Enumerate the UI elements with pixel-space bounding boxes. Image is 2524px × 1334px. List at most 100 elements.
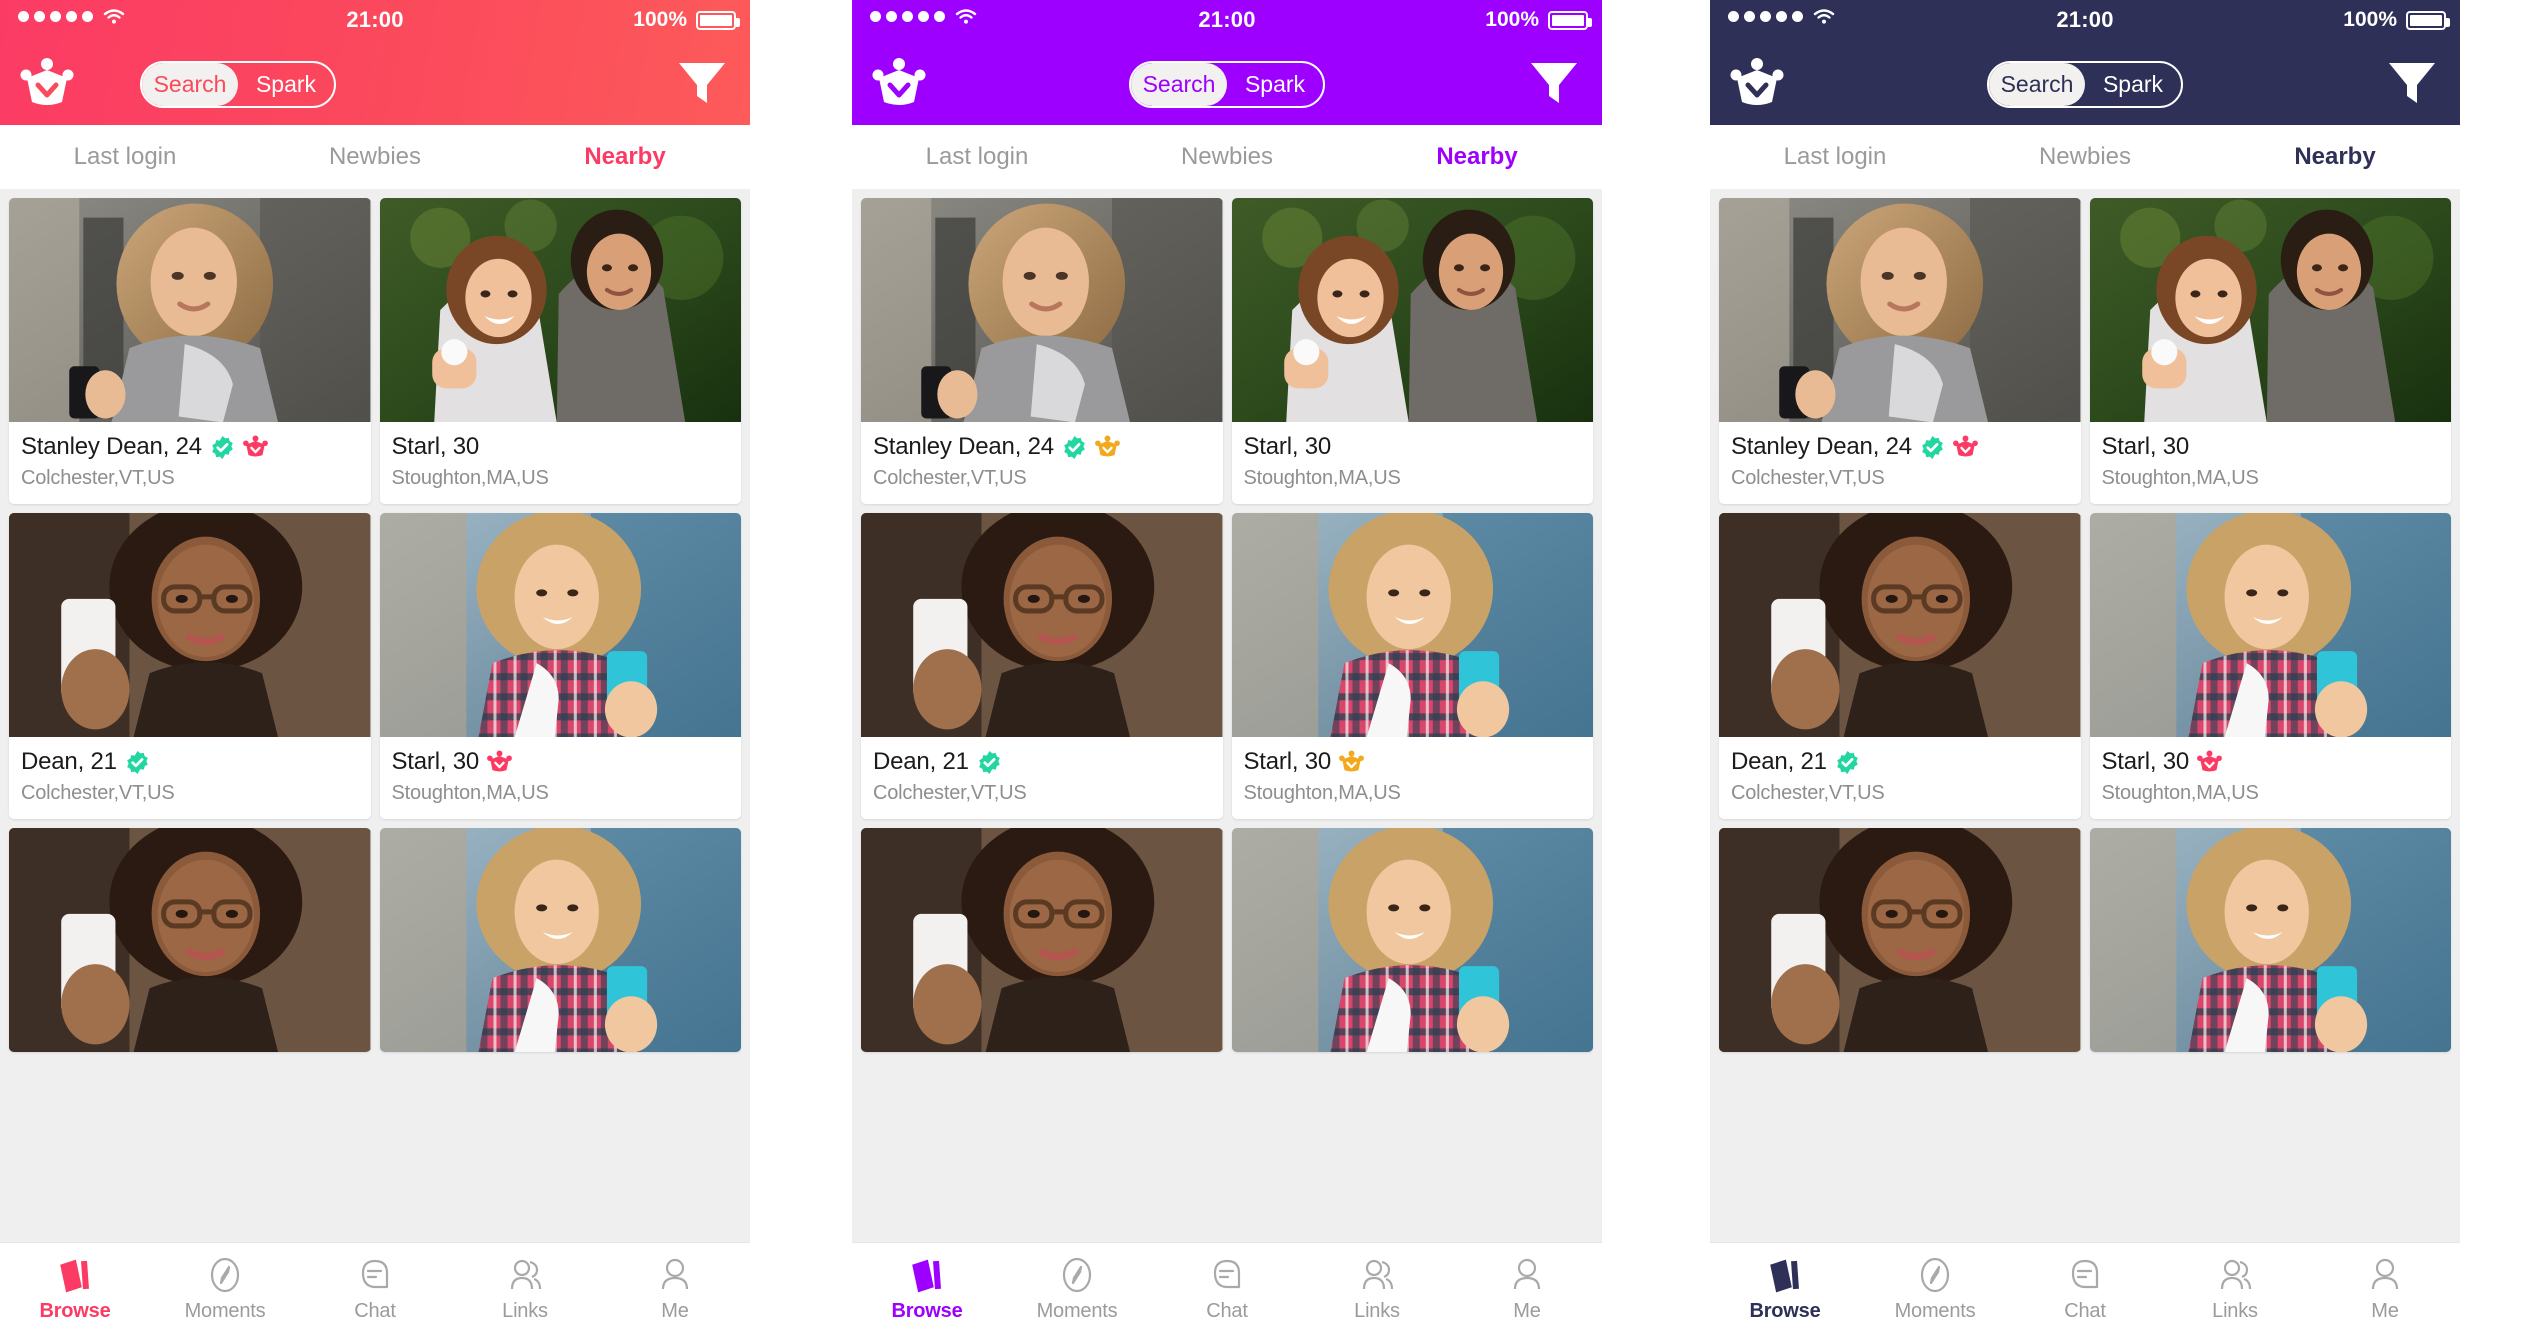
crown-logo-icon[interactable] [20, 56, 74, 108]
profile-name: Dean, 21 [21, 748, 117, 775]
profile-grid[interactable]: Stanley Dean, 24 Colchester,VT,US Starl,… [0, 189, 750, 1242]
segment-search[interactable]: Search [1131, 63, 1227, 106]
profile-photo[interactable] [861, 513, 1223, 737]
profile-card[interactable]: Starl, 30 Stoughton,MA,US [379, 198, 741, 504]
profile-photo[interactable] [1719, 513, 2081, 737]
profile-card-partial[interactable] [1719, 828, 2081, 1052]
tabbar-item-browse[interactable]: Browse [852, 1255, 1002, 1323]
tab-newbies[interactable]: Newbies [250, 143, 500, 171]
panel-gap [750, 0, 852, 1334]
profile-photo[interactable] [861, 828, 1223, 1052]
profile-card[interactable]: Dean, 21 Colchester,VT,US [1719, 513, 2081, 819]
tabbar-item-moments[interactable]: Moments [1860, 1255, 2010, 1323]
profile-card-partial[interactable] [379, 828, 741, 1052]
search-spark-segmented-control[interactable]: Search Spark [140, 61, 336, 108]
profile-photo[interactable] [2089, 828, 2451, 1052]
person-icon [655, 1255, 695, 1295]
profile-card[interactable]: Starl, 30 Stoughton,MA,US [379, 513, 741, 819]
profile-name: Starl, 30 [2101, 433, 2190, 460]
bottom-tab-bar: Browse Moments Chat Links Me [0, 1242, 750, 1334]
crown-logo-icon[interactable] [1730, 56, 1784, 108]
profile-photo[interactable] [1231, 513, 1593, 737]
profile-card[interactable]: Dean, 21 Colchester,VT,US [9, 513, 371, 819]
profile-card[interactable]: Stanley Dean, 24 Colchester,VT,US [9, 198, 371, 504]
profile-photo[interactable] [379, 828, 741, 1052]
segment-search[interactable]: Search [1989, 63, 2085, 106]
phone-panel-purple: 21:00 100% Search Spark Last login Newbies… [852, 0, 1602, 1334]
tabbar-item-moments[interactable]: Moments [150, 1255, 300, 1323]
tabbar-item-me[interactable]: Me [2310, 1255, 2460, 1323]
profile-photo[interactable] [1719, 828, 2081, 1052]
profile-photo[interactable] [379, 513, 741, 737]
segment-spark[interactable]: Spark [1227, 63, 1323, 106]
battery-percent: 100% [2343, 8, 2397, 31]
tabbar-item-chat[interactable]: Chat [300, 1255, 450, 1323]
profile-photo[interactable] [1231, 198, 1593, 422]
profile-name: Stanley Dean, 24 [1731, 433, 1912, 460]
profile-card[interactable]: Starl, 30 Stoughton,MA,US [1231, 198, 1594, 504]
profile-photo[interactable] [9, 513, 371, 737]
profile-photo[interactable] [379, 198, 741, 422]
profile-photo[interactable] [9, 198, 371, 422]
tab-nearby[interactable]: Nearby [2210, 143, 2460, 171]
app-header: 21:00 100% Search Spark [0, 0, 750, 125]
profile-photo[interactable] [2089, 198, 2451, 422]
crown-badge-icon [2197, 749, 2222, 775]
profile-card[interactable]: Starl, 30 Stoughton,MA,US [1231, 513, 1593, 819]
profile-card[interactable]: Stanley Dean, 24 Colchester,VT,US [1719, 198, 2081, 504]
nav-bar: Search Spark [852, 42, 1602, 125]
filter-funnel-icon[interactable] [2386, 58, 2438, 108]
filter-funnel-icon[interactable] [1528, 58, 1580, 108]
tabbar-item-me[interactable]: Me [600, 1255, 750, 1323]
phone-panel-navy: 21:00 100% Search Spark Last login Newbies… [1710, 0, 2460, 1334]
tabbar-item-chat[interactable]: Chat [2010, 1255, 2160, 1323]
profile-grid[interactable]: Stanley Dean, 24 Colchester,VT,US Starl,… [1710, 189, 2460, 1242]
profile-card-partial[interactable] [2089, 828, 2451, 1052]
tab-nearby[interactable]: Nearby [1352, 143, 1602, 171]
tabbar-item-links[interactable]: Links [1302, 1255, 1452, 1323]
tab-last-login[interactable]: Last login [1710, 143, 1960, 171]
profile-photo[interactable] [1719, 198, 2081, 422]
profile-meta: Starl, 30 Stoughton,MA,US [1232, 422, 1594, 504]
profile-name-row: Stanley Dean, 24 [1731, 433, 2069, 461]
search-spark-segmented-control[interactable]: Search Spark [1987, 61, 2183, 108]
profile-card[interactable]: Starl, 30 Stoughton,MA,US [2089, 513, 2452, 819]
tabbar-item-links[interactable]: Links [2160, 1255, 2310, 1323]
filter-funnel-icon[interactable] [676, 58, 728, 108]
chat-bubble-icon [355, 1255, 395, 1295]
crown-logo-icon[interactable] [872, 56, 926, 108]
profile-card[interactable]: Stanley Dean, 24 Colchester,VT,US [861, 198, 1223, 504]
profile-card-partial[interactable] [9, 828, 371, 1052]
profile-grid[interactable]: Stanley Dean, 24 Colchester,VT,US Starl,… [852, 189, 1602, 1242]
tabbar-item-chat[interactable]: Chat [1152, 1255, 1302, 1323]
tabbar-item-me[interactable]: Me [1452, 1255, 1602, 1323]
profile-card-partial[interactable] [861, 828, 1223, 1052]
tab-newbies[interactable]: Newbies [1960, 143, 2210, 171]
tab-nearby[interactable]: Nearby [500, 143, 750, 171]
tabbar-item-browse[interactable]: Browse [1710, 1255, 1860, 1323]
battery-percent: 100% [1485, 8, 1539, 31]
profile-card[interactable]: Starl, 30 Stoughton,MA,US [2089, 198, 2451, 504]
tabbar-item-links[interactable]: Links [450, 1255, 600, 1323]
profile-photo[interactable] [2089, 513, 2451, 737]
profile-location: Stoughton,MA,US [391, 467, 549, 489]
segment-spark[interactable]: Spark [2085, 63, 2181, 106]
segment-spark[interactable]: Spark [238, 63, 334, 106]
profile-photo[interactable] [9, 828, 371, 1052]
profile-card-partial[interactable] [1231, 828, 1593, 1052]
profile-meta: Starl, 30 Stoughton,MA,US [2090, 737, 2452, 819]
tabbar-item-browse[interactable]: Browse [0, 1255, 150, 1323]
tab-last-login[interactable]: Last login [852, 143, 1102, 171]
app-header: 21:00 100% Search Spark [852, 0, 1602, 125]
tabbar-item-moments[interactable]: Moments [1002, 1255, 1152, 1323]
profile-card[interactable]: Dean, 21 Colchester,VT,US [861, 513, 1223, 819]
profile-location: Colchester,VT,US [21, 467, 175, 489]
tab-last-login[interactable]: Last login [0, 143, 250, 171]
segment-search[interactable]: Search [142, 63, 238, 106]
tab-newbies[interactable]: Newbies [1102, 143, 1352, 171]
trailing-gap [2460, 0, 2514, 1334]
profile-photo[interactable] [1231, 828, 1593, 1052]
crown-badge-icon [243, 434, 268, 460]
search-spark-segmented-control[interactable]: Search Spark [1129, 61, 1325, 108]
profile-photo[interactable] [861, 198, 1223, 422]
